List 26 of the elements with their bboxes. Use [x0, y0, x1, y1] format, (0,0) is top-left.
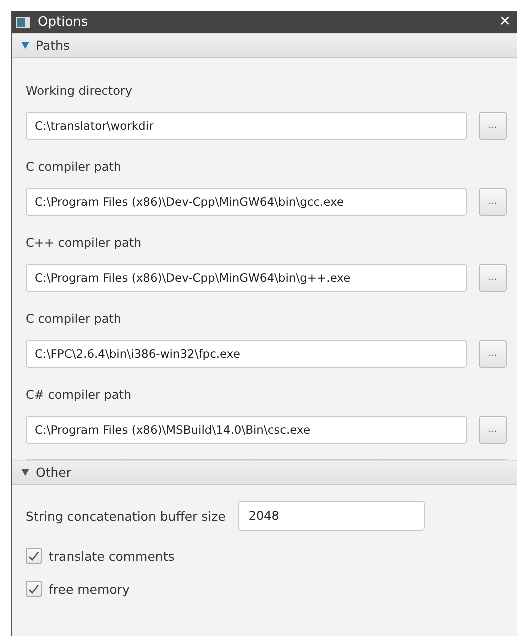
checkbox-label: free memory	[49, 582, 130, 596]
section-header[interactable]: Other	[12, 460, 517, 485]
checkbox-label: translate comments	[49, 548, 175, 564]
browse-button[interactable]: ...	[479, 264, 507, 292]
field-label: C compiler path	[26, 312, 123, 326]
window-icon	[16, 16, 30, 28]
section-header[interactable]: Paths	[12, 33, 517, 58]
path-field[interactable]: C:\Program Files (x86)\Dev-Cpp\MinGW64\bin\g++.exe	[26, 264, 467, 292]
checkbox[interactable]	[26, 581, 42, 597]
field-label: Working directory	[26, 84, 134, 98]
field-label: C++ compiler path	[26, 236, 143, 250]
browse-button[interactable]: ...	[479, 188, 507, 216]
path-field[interactable]: C:\FPC\2.6.4\bin\i386-win32\fpc.exe	[26, 340, 467, 368]
field-label: String concatenation buffer size	[26, 508, 226, 524]
browse-button[interactable]: ...	[479, 416, 507, 444]
path-field[interactable]: C:\translator\workdir	[26, 112, 467, 140]
browse-button[interactable]: ...	[479, 112, 507, 140]
path-field[interactable]: C:\Program Files (x86)\Dev-Cpp\MinGW64\bin\gcc.exe	[26, 188, 467, 216]
close-button[interactable]: ✕	[497, 14, 513, 30]
field-label: C# compiler path	[26, 388, 133, 402]
window-title: Options	[38, 14, 90, 30]
checkbox[interactable]	[26, 548, 42, 564]
buffer-size-field[interactable]: 2048	[238, 501, 425, 531]
field-label: C compiler path	[26, 160, 123, 174]
browse-button[interactable]: ...	[479, 340, 507, 368]
path-field[interactable]: C:\Program Files (x86)\MSBuild\14.0\Bin\csc.exe	[26, 416, 467, 444]
